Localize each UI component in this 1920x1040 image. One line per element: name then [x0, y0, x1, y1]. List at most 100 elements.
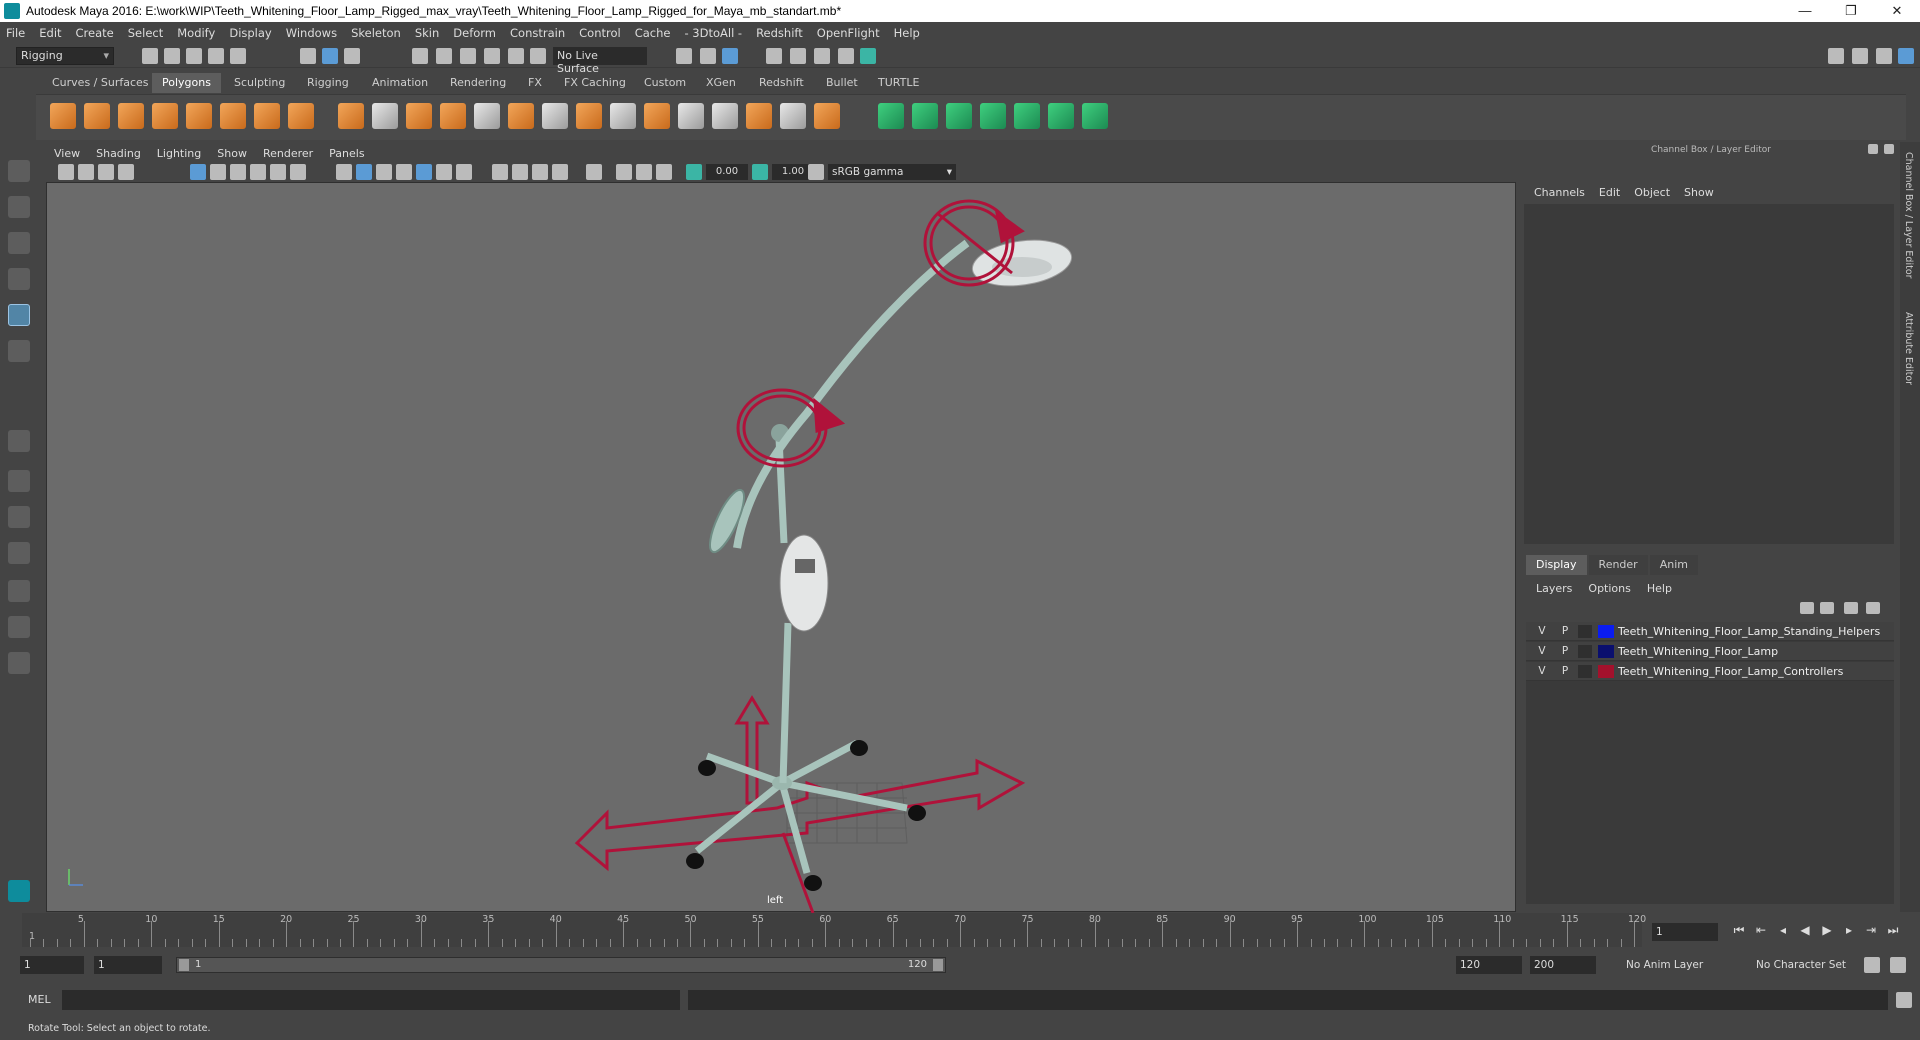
- panel-menu-shading[interactable]: Shading: [96, 147, 141, 160]
- panel-menu-show[interactable]: Show: [217, 147, 247, 160]
- merge-icon[interactable]: [780, 103, 806, 129]
- menu-constrain[interactable]: Constrain: [510, 26, 565, 40]
- spherical-map-icon[interactable]: [980, 103, 1006, 129]
- le-menu-options[interactable]: Options: [1588, 582, 1630, 595]
- scale-tool-icon[interactable]: [8, 340, 30, 362]
- uv-editor-icon[interactable]: [878, 103, 904, 129]
- le-menu-layers[interactable]: Layers: [1536, 582, 1572, 595]
- tab-display[interactable]: Display: [1526, 555, 1587, 575]
- mirror-icon[interactable]: [542, 103, 568, 129]
- script-editor-icon[interactable]: [1896, 992, 1912, 1008]
- film-gate-icon[interactable]: [210, 164, 226, 180]
- animation-prefs-icon[interactable]: [1890, 957, 1906, 973]
- minimize-icon[interactable]: —: [1782, 0, 1828, 22]
- separate-icon[interactable]: [372, 103, 398, 129]
- tab-rendering[interactable]: Rendering: [440, 73, 516, 93]
- mel-label[interactable]: MEL: [28, 993, 51, 1006]
- move-tool-icon[interactable]: [8, 268, 30, 290]
- layer-color-swatch[interactable]: [1598, 645, 1614, 658]
- use-all-lights-icon[interactable]: [436, 164, 452, 180]
- smooth-icon[interactable]: [474, 103, 500, 129]
- range-start-field[interactable]: 1: [94, 956, 162, 974]
- grid-toggle-icon[interactable]: [190, 164, 206, 180]
- menu-cache[interactable]: Cache: [635, 26, 671, 40]
- maximize-icon[interactable]: ❐: [1828, 0, 1874, 22]
- menu-3dtoall[interactable]: - 3DtoAll -: [684, 26, 742, 40]
- tab-polygons[interactable]: Polygons: [152, 73, 221, 93]
- tab-sculpting[interactable]: Sculpting: [224, 73, 295, 93]
- menu-display[interactable]: Display: [229, 26, 271, 40]
- move-layer-down-icon[interactable]: [1820, 602, 1834, 614]
- smooth-shade-icon[interactable]: [356, 164, 372, 180]
- gamma-icon[interactable]: [752, 164, 768, 180]
- new-layer-selected-icon[interactable]: [1866, 602, 1880, 614]
- two-side-layout-icon[interactable]: [8, 506, 30, 528]
- layer-name[interactable]: Teeth_Whitening_Floor_Lamp_Standing_Help…: [1618, 625, 1880, 638]
- snap-view-icon[interactable]: [484, 48, 500, 64]
- screen-space-ao-icon[interactable]: [492, 164, 508, 180]
- display-type-toggle[interactable]: [1578, 645, 1592, 658]
- target-weld-icon[interactable]: [746, 103, 772, 129]
- cb-menu-channels[interactable]: Channels: [1534, 186, 1585, 199]
- poly-plane-icon[interactable]: [186, 103, 212, 129]
- menu-create[interactable]: Create: [76, 26, 114, 40]
- side-tab-channel-box[interactable]: Channel Box / Layer Editor: [1903, 152, 1914, 279]
- close-panel-icon[interactable]: [1884, 144, 1894, 154]
- new-scene-icon[interactable]: [142, 48, 158, 64]
- live-surface-field[interactable]: No Live Surface: [553, 47, 647, 75]
- four-view-layout-icon[interactable]: [8, 470, 30, 492]
- open-scene-icon[interactable]: [164, 48, 180, 64]
- collapse-icon[interactable]: [814, 103, 840, 129]
- channel-box-toggle-icon[interactable]: [1898, 48, 1914, 64]
- playback-toggle[interactable]: P: [1559, 645, 1571, 657]
- panel-menu-renderer[interactable]: Renderer: [263, 147, 313, 160]
- layer-color-swatch[interactable]: [1598, 625, 1614, 638]
- camera-attributes-icon[interactable]: [78, 164, 94, 180]
- append-icon[interactable]: [678, 103, 704, 129]
- display-type-toggle[interactable]: [1578, 665, 1592, 678]
- menu-set-dropdown[interactable]: Rigging ▾: [16, 47, 114, 65]
- playback-toggle[interactable]: P: [1559, 625, 1571, 637]
- cylindrical-map-icon[interactable]: [946, 103, 972, 129]
- wireframe-icon[interactable]: [336, 164, 352, 180]
- tab-fx[interactable]: FX: [518, 73, 552, 93]
- channel-box-area[interactable]: [1524, 204, 1894, 544]
- field-chart-icon[interactable]: [270, 164, 286, 180]
- snap-point-icon[interactable]: [460, 48, 476, 64]
- shadows-icon[interactable]: [456, 164, 472, 180]
- new-layer-icon[interactable]: [1844, 602, 1858, 614]
- playback-toggle[interactable]: P: [1559, 665, 1571, 677]
- close-icon[interactable]: ✕: [1874, 0, 1920, 22]
- layer-name[interactable]: Teeth_Whitening_Floor_Lamp: [1618, 645, 1778, 658]
- booleans-icon[interactable]: [440, 103, 466, 129]
- persp-outliner-layout-icon[interactable]: [8, 580, 30, 602]
- checker-map-icon[interactable]: [1048, 103, 1074, 129]
- textured-icon[interactable]: [416, 164, 432, 180]
- tab-curves-surfaces[interactable]: Curves / Surfaces: [42, 73, 159, 93]
- image-plane-icon[interactable]: [118, 164, 134, 180]
- menu-modify[interactable]: Modify: [177, 26, 215, 40]
- panel-menu-lighting[interactable]: Lighting: [157, 147, 201, 160]
- menu-skeleton[interactable]: Skeleton: [351, 26, 401, 40]
- mel-input[interactable]: [62, 990, 680, 1010]
- motion-blur-icon[interactable]: [512, 164, 528, 180]
- depth-of-field-icon[interactable]: [552, 164, 568, 180]
- range-slider[interactable]: 1 120: [176, 957, 946, 973]
- menu-edit[interactable]: Edit: [39, 26, 61, 40]
- bevel-icon[interactable]: [644, 103, 670, 129]
- poly-torus-icon[interactable]: [220, 103, 246, 129]
- visibility-toggle[interactable]: V: [1536, 625, 1548, 637]
- current-frame-field[interactable]: 1: [1652, 923, 1718, 941]
- viewport-left[interactable]: left: [46, 182, 1516, 913]
- menu-help[interactable]: Help: [894, 26, 920, 40]
- step-back-key-icon[interactable]: ⇤: [1750, 923, 1772, 941]
- poly-pipe-icon[interactable]: [288, 103, 314, 129]
- step-forward-key-icon[interactable]: ⇥: [1860, 923, 1882, 941]
- single-perspective-layout-icon[interactable]: [8, 430, 30, 452]
- step-forward-frame-icon[interactable]: ▸: [1838, 923, 1860, 941]
- hypershade-icon[interactable]: [838, 48, 854, 64]
- go-to-start-icon[interactable]: ⏮: [1728, 923, 1750, 941]
- display-type-toggle[interactable]: [1578, 625, 1592, 638]
- range-start-handle[interactable]: [179, 959, 189, 971]
- auto-key-icon[interactable]: [1864, 957, 1880, 973]
